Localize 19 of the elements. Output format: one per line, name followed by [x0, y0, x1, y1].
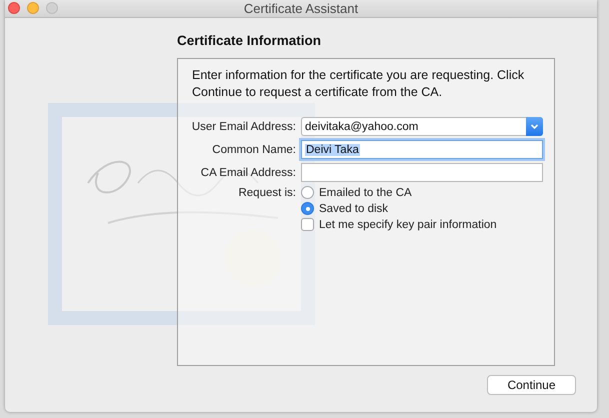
field-label: Request is:: [238, 187, 296, 199]
section-heading: Certificate Information: [177, 33, 322, 48]
checkbox-label[interactable]: Let me specify key pair information: [319, 218, 497, 230]
input-field[interactable]: Deivi Taka: [301, 140, 543, 159]
option-label[interactable]: Emailed to the CA: [319, 186, 412, 198]
field-label: CA Email Address:: [200, 166, 296, 178]
close-button[interactable]: [8, 2, 20, 14]
zoom-button[interactable]: [46, 2, 58, 14]
input-field[interactable]: [301, 163, 543, 182]
instructions-text: Enter information for the certificate you are requesting. Click Continue to request a certificate from the CA.: [192, 67, 526, 101]
checkbox[interactable]: [301, 218, 314, 231]
field-label: Common Name:: [212, 144, 296, 156]
option-label[interactable]: Saved to disk: [319, 202, 388, 214]
caret-icon[interactable]: [526, 117, 543, 136]
minimize-button[interactable]: [27, 2, 39, 14]
field-label: User Email Address:: [192, 120, 296, 132]
window-title: Certificate Assistant: [244, 1, 358, 16]
email-dropdown[interactable]: deivitaka@yahoo.com: [301, 117, 543, 136]
continue-button[interactable]: Continue: [487, 375, 576, 395]
